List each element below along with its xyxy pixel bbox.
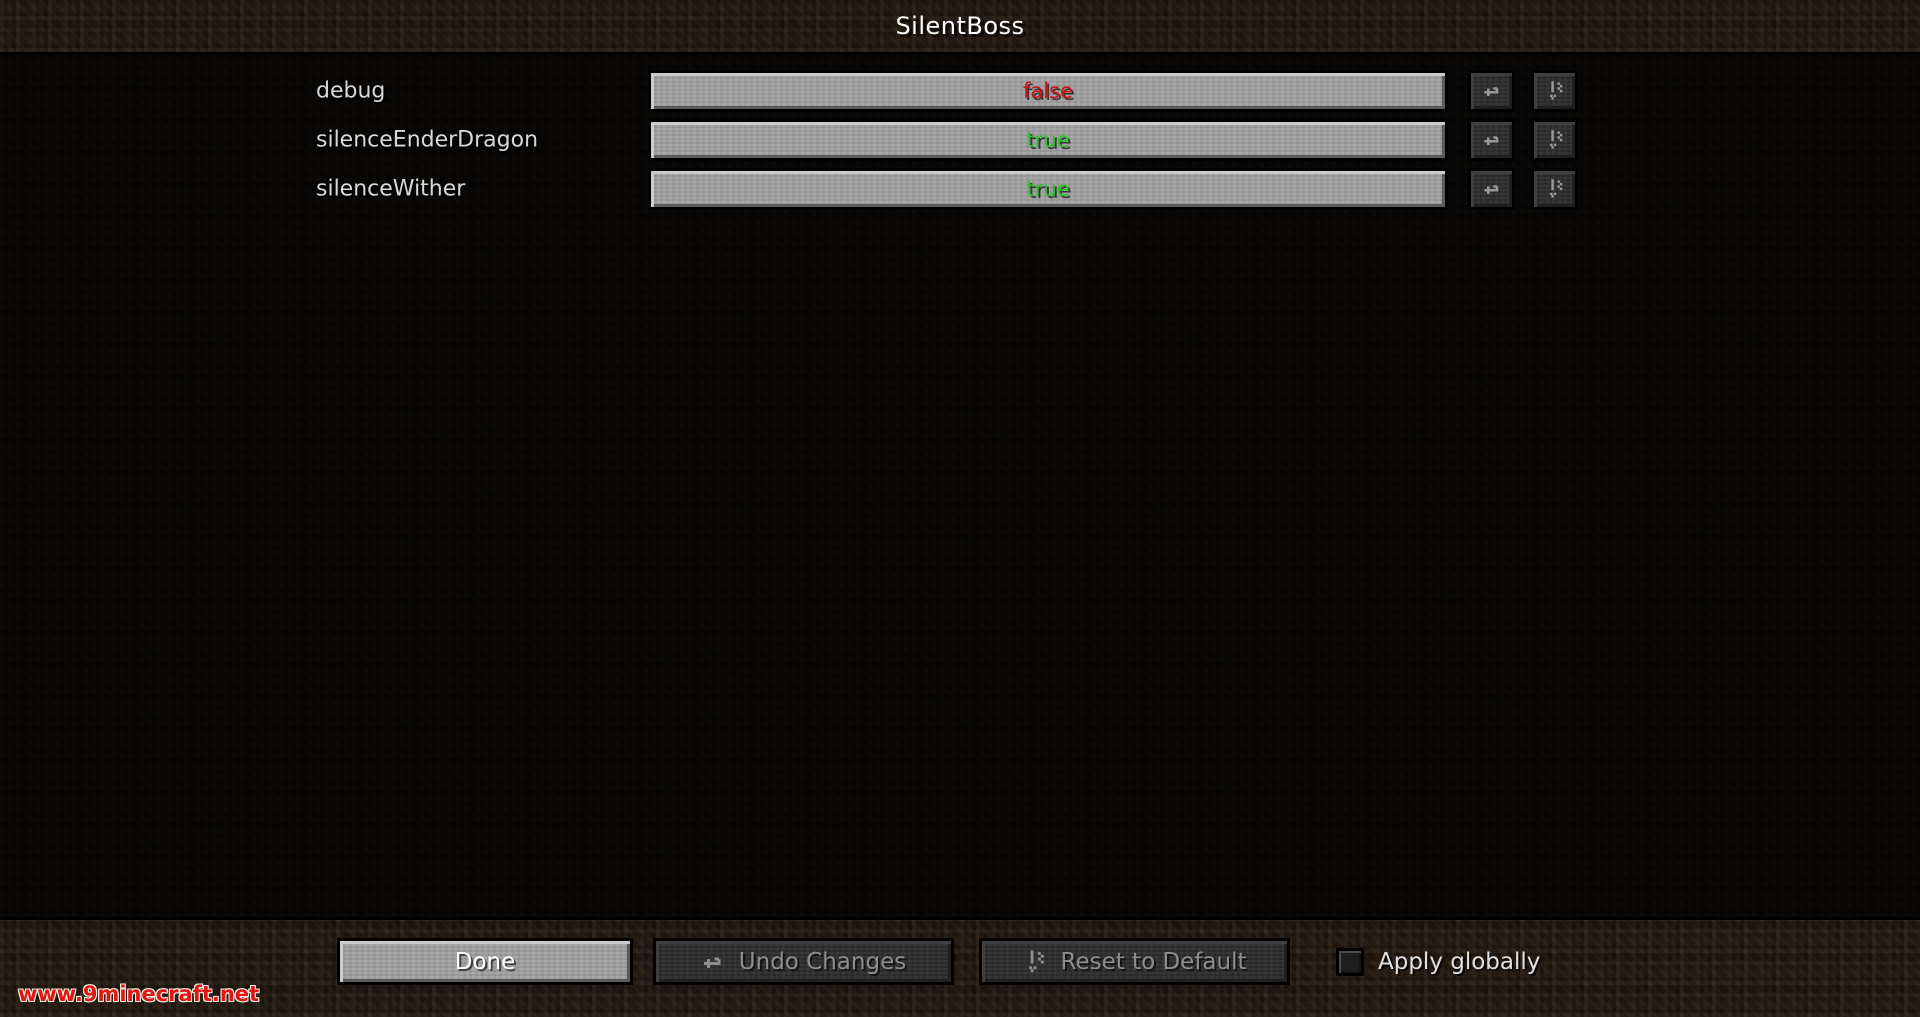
undo-arrow-icon xyxy=(1482,130,1502,150)
footer-divider xyxy=(0,917,1920,920)
done-button-label: Done xyxy=(454,948,516,975)
undo-changes-label: Undo Changes xyxy=(738,948,907,975)
config-row-value: true xyxy=(1026,128,1070,152)
header-divider xyxy=(0,52,1920,55)
config-row-label: debug xyxy=(316,78,386,104)
apply-globally-checkbox-group[interactable]: Apply globally xyxy=(1336,942,1540,982)
config-row-value: false xyxy=(1023,79,1073,103)
undo-arrow-icon xyxy=(1482,81,1502,101)
footer-controls: Done Undo Changes Reset to Default Apply… xyxy=(0,920,1920,1017)
config-row-reset-button[interactable] xyxy=(1531,168,1578,210)
site-watermark: www.9minecraft.net xyxy=(18,982,260,1006)
config-row-reset-button[interactable] xyxy=(1531,70,1578,112)
footer-bar: Done Undo Changes Reset to Default Apply… xyxy=(0,920,1920,1017)
apply-globally-label: Apply globally xyxy=(1378,949,1541,975)
config-row-label: silenceEnderDragon xyxy=(316,127,539,153)
config-row: silenceWither true xyxy=(0,159,1920,219)
undo-arrow-icon xyxy=(1482,179,1502,199)
config-row-value: true xyxy=(1026,177,1070,201)
reset-to-default-button[interactable]: Reset to Default xyxy=(979,938,1290,985)
config-row-label: silenceWither xyxy=(316,176,466,202)
undo-changes-button[interactable]: Undo Changes xyxy=(653,938,954,985)
config-row-undo-button[interactable] xyxy=(1468,168,1515,210)
apply-globally-checkbox[interactable] xyxy=(1336,948,1364,976)
minecraft-config-screen: SilentBoss debug false silenceEnderDrago… xyxy=(0,0,1920,1017)
config-list-area[interactable]: debug false silenceEnderDragon true sile… xyxy=(0,55,1920,917)
done-button[interactable]: Done xyxy=(337,938,633,985)
reset-to-default-icon xyxy=(1545,178,1565,200)
reset-to-default-icon xyxy=(1545,80,1565,102)
config-row-value-button[interactable]: true xyxy=(648,119,1448,161)
reset-to-default-icon xyxy=(1023,949,1047,975)
config-row-value-button[interactable]: false xyxy=(648,70,1448,112)
reset-to-default-label: Reset to Default xyxy=(1060,948,1247,975)
config-row-undo-button[interactable] xyxy=(1468,70,1515,112)
config-row-value-button[interactable]: true xyxy=(648,168,1448,210)
config-row-reset-button[interactable] xyxy=(1531,119,1578,161)
undo-arrow-icon xyxy=(701,950,725,974)
page-title: SilentBoss xyxy=(895,12,1025,40)
reset-to-default-icon xyxy=(1545,129,1565,151)
config-row-undo-button[interactable] xyxy=(1468,119,1515,161)
